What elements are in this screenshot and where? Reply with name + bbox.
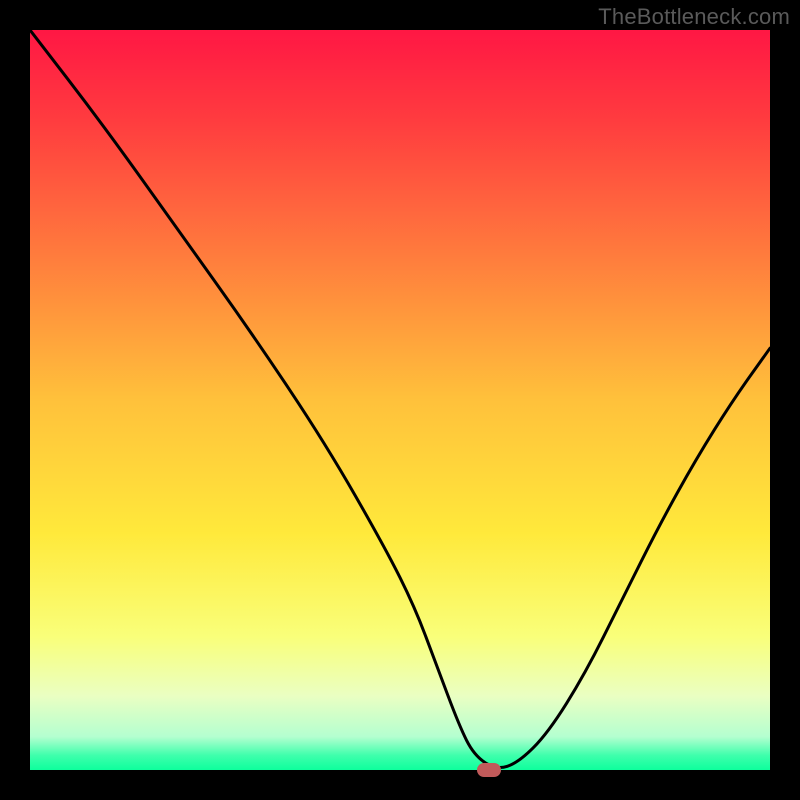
plot-area [30,30,770,770]
watermark-text: TheBottleneck.com [598,4,790,30]
optimal-point-marker [477,763,501,777]
chart-svg [30,30,770,770]
chart-frame: TheBottleneck.com [0,0,800,800]
gradient-background [30,30,770,770]
